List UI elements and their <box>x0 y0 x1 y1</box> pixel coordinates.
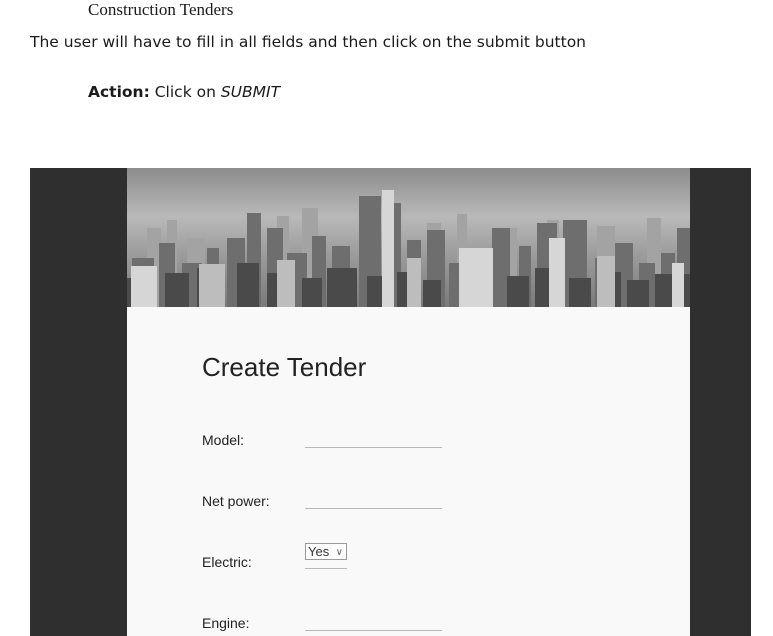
net-power-label: Net power: <box>202 493 270 509</box>
action-label: Action: <box>88 83 150 101</box>
electric-underline <box>305 568 347 569</box>
skyline-image <box>127 168 690 307</box>
form-title: Create Tender <box>202 352 367 382</box>
action-text: Click on <box>154 83 216 101</box>
engine-input[interactable] <box>305 630 442 631</box>
app-screenshot: Create Tender Model: Net power: Electric… <box>30 168 751 636</box>
action-target: SUBMIT <box>220 83 281 101</box>
instruction-text: The user will have to fill in all fields… <box>30 33 587 51</box>
electric-select[interactable]: Yes ∨ <box>305 543 347 560</box>
city-skyline-banner <box>127 168 690 307</box>
app-page: Create Tender Model: Net power: Electric… <box>127 168 690 636</box>
model-label: Model: <box>202 432 245 448</box>
model-input[interactable] <box>305 447 442 448</box>
electric-selected-value: Yes <box>308 544 330 559</box>
action-line: Action: Click on SUBMIT <box>88 83 280 101</box>
engine-label: Engine: <box>202 615 250 631</box>
chevron-down-icon: ∨ <box>335 547 343 558</box>
document-heading: Construction Tenders <box>88 0 234 19</box>
net-power-input[interactable] <box>305 508 442 509</box>
electric-label: Electric: <box>202 554 252 570</box>
